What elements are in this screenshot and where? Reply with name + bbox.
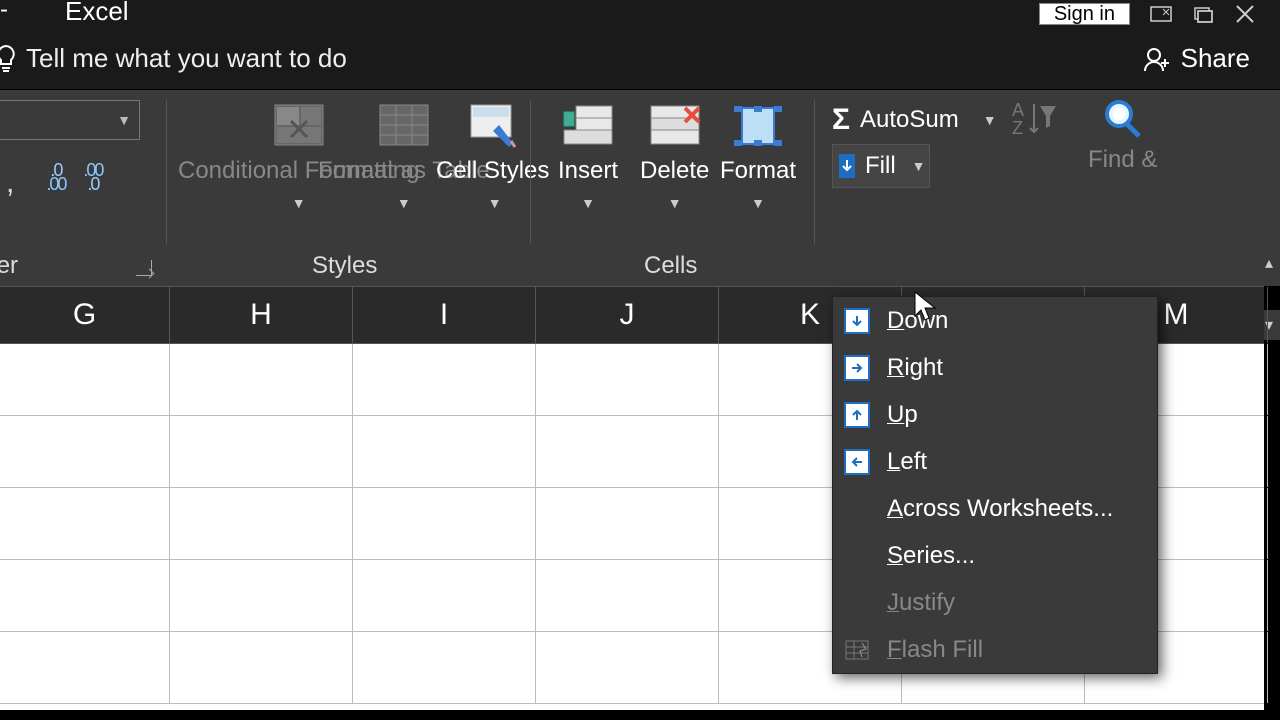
fill-down-item[interactable]: DDownown xyxy=(833,297,1157,344)
minimize-icon[interactable] xyxy=(1182,2,1224,26)
ribbon: ▼ , .0.00 .00.0 nber Conditional Formatt… xyxy=(0,90,1280,286)
chevron-down-icon: ▼ xyxy=(488,188,502,218)
sort-find-group: AZ Find & xyxy=(1010,98,1157,174)
chevron-down-icon: ▼ xyxy=(581,188,595,218)
find-icon xyxy=(1101,98,1145,142)
lightbulb-icon xyxy=(0,44,26,74)
insert-cells-icon xyxy=(560,100,616,152)
sigma-icon: Σ xyxy=(832,103,850,137)
number-format-buttons: , .0.00 .00.0 xyxy=(6,160,102,194)
sign-in-button[interactable]: Sign in xyxy=(1039,3,1130,25)
doc-name-fragment: up] - xyxy=(0,0,8,24)
chevron-down-icon: ▼ xyxy=(117,112,131,128)
cells-group-label: Cells xyxy=(644,252,697,280)
tell-me-text: Tell me what you want to do xyxy=(26,43,347,74)
chevron-down-icon: ▼ xyxy=(751,188,765,218)
col-header[interactable]: J xyxy=(536,287,719,343)
name-box[interactable]: ▼ xyxy=(0,100,140,140)
svg-text:A: A xyxy=(1012,100,1024,120)
fill-across-worksheets-item[interactable]: Across Worksheets... xyxy=(833,485,1157,532)
delete-button[interactable]: Delete ▼ xyxy=(640,100,709,218)
col-header[interactable]: H xyxy=(170,287,353,343)
table-icon xyxy=(376,100,432,152)
chevron-down-icon: ▼ xyxy=(983,112,997,128)
chevron-down-icon: ▼ xyxy=(668,188,682,218)
insert-button[interactable]: Insert ▼ xyxy=(558,100,618,218)
cell-styles-icon xyxy=(465,100,521,152)
number-dialog-launcher[interactable] xyxy=(136,260,152,276)
fill-right-item[interactable]: Right xyxy=(833,344,1157,391)
fill-justify-item[interactable]: Justify xyxy=(833,579,1157,626)
chevron-down-icon: ▼ xyxy=(912,158,926,174)
comma-style-button[interactable]: , xyxy=(6,166,14,200)
fill-up-item[interactable]: Up xyxy=(833,391,1157,438)
flash-fill-icon xyxy=(843,636,871,664)
fill-menu: DDownown Right Up Left Across Worksheets… xyxy=(832,296,1158,674)
fill-series-item[interactable]: Series... xyxy=(833,532,1157,579)
ribbon-display-icon[interactable] xyxy=(1140,2,1182,26)
delete-cells-icon xyxy=(647,100,703,152)
decrease-decimal-button[interactable]: .00.0 xyxy=(83,163,102,191)
styles-group-label: Styles xyxy=(312,252,377,280)
col-header[interactable]: G xyxy=(0,287,170,343)
svg-text:Z: Z xyxy=(1012,118,1023,138)
sort-filter-icon: AZ xyxy=(1010,98,1058,142)
share-button[interactable]: Share xyxy=(1143,43,1250,74)
number-group-label: nber xyxy=(0,252,18,280)
title-bar: up] - Excel Sign in xyxy=(0,0,1280,28)
share-icon xyxy=(1143,45,1171,73)
format-button[interactable]: Format ▼ xyxy=(720,100,796,218)
format-cells-icon xyxy=(730,100,786,152)
fill-left-item[interactable]: Left xyxy=(833,438,1157,485)
close-icon[interactable] xyxy=(1224,2,1266,26)
fill-down-icon xyxy=(839,154,855,178)
chevron-down-icon: ▼ xyxy=(292,188,306,218)
chevron-down-icon: ▼ xyxy=(397,188,411,218)
col-header[interactable]: I xyxy=(353,287,536,343)
fill-button[interactable]: Fill ▼ xyxy=(832,144,930,188)
tell-me-bar[interactable]: Tell me what you want to do Share xyxy=(0,28,1280,90)
sort-filter-button[interactable]: AZ xyxy=(1010,98,1058,146)
increase-decimal-button[interactable]: .0.00 xyxy=(46,163,65,191)
scroll-up-button[interactable]: ▴ xyxy=(1258,248,1280,278)
app-name: Excel xyxy=(65,0,129,27)
flash-fill-item[interactable]: Flash Fill xyxy=(833,626,1157,673)
cell-styles-button[interactable]: Cell Styles▼ xyxy=(436,100,549,218)
find-select-button[interactable]: Find & xyxy=(1088,98,1157,174)
